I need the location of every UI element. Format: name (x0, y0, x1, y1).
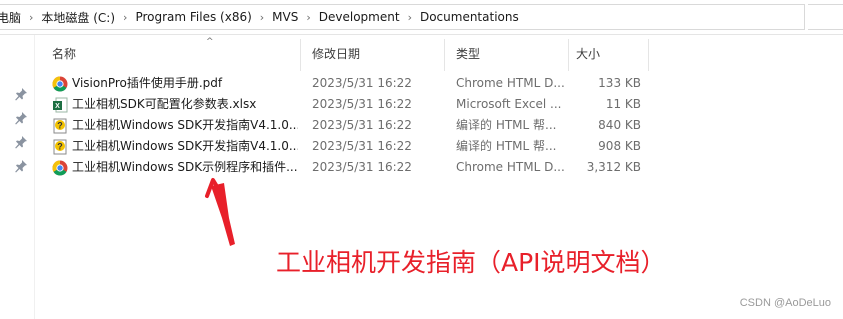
file-date: 2023/5/31 16:22 (312, 139, 412, 153)
pin-icon[interactable] (14, 111, 28, 125)
chm-help-icon: ? (53, 139, 67, 155)
chm-help-icon: ? (53, 118, 67, 134)
file-row[interactable]: ? 工业相机Windows SDK开发指南V4.1.0... 2023/5/31… (34, 115, 843, 136)
file-type: 编译的 HTML 帮... (456, 118, 557, 132)
address-bar: 电脑 › 本地磁盘 (C:) › Program Files (x86) › M… (0, 0, 843, 35)
file-name: 工业相机Windows SDK示例程序和插件... (72, 160, 298, 174)
file-size: 3,312 KB (586, 160, 641, 174)
pin-icon[interactable] (14, 159, 28, 173)
column-header-row: ^ 名称 修改日期 类型 大小 (34, 35, 843, 71)
file-type: 编译的 HTML 帮... (456, 139, 557, 153)
pin-icon[interactable] (14, 135, 28, 149)
chrome-icon (52, 160, 68, 176)
watermark: CSDN @AoDeLuo (739, 297, 831, 309)
breadcrumb-separator-icon[interactable]: › (302, 11, 314, 24)
file-date: 2023/5/31 16:22 (312, 76, 412, 90)
column-divider[interactable] (568, 39, 569, 71)
column-divider[interactable] (444, 39, 445, 71)
refresh-button[interactable] (808, 4, 843, 30)
breadcrumb-item-development[interactable]: Development (315, 10, 404, 24)
breadcrumb[interactable]: 电脑 › 本地磁盘 (C:) › Program Files (x86) › M… (0, 4, 805, 30)
file-name: VisionPro插件使用手册.pdf (72, 76, 223, 90)
file-date: 2023/5/31 16:22 (312, 160, 412, 174)
column-divider[interactable] (300, 39, 301, 71)
file-row[interactable]: VisionPro插件使用手册.pdf 2023/5/31 16:22 Chro… (34, 73, 843, 94)
file-name: 工业相机Windows SDK开发指南V4.1.0... (72, 118, 298, 132)
column-divider[interactable] (648, 39, 649, 71)
file-size: 840 KB (598, 118, 641, 132)
breadcrumb-separator-icon[interactable]: › (256, 11, 268, 24)
breadcrumb-item-this-pc[interactable]: 电脑 (0, 9, 25, 26)
breadcrumb-separator-icon[interactable]: › (119, 11, 131, 24)
file-row[interactable]: X 工业相机SDK可配置化参数表.xlsx 2023/5/31 16:22 Mi… (34, 94, 843, 115)
file-name: 工业相机Windows SDK开发指南V4.1.0... (72, 139, 298, 153)
annotation-label: 工业相机开发指南（API说明文档） (276, 248, 666, 277)
file-size: 133 KB (598, 76, 641, 90)
breadcrumb-separator-icon[interactable]: › (25, 11, 37, 24)
breadcrumb-item-program-files[interactable]: Program Files (x86) (131, 10, 255, 24)
svg-text:X: X (55, 103, 60, 110)
column-header-size[interactable]: 大小 (576, 35, 646, 71)
breadcrumb-item-documentations[interactable]: Documentations (416, 10, 523, 24)
excel-icon: X (53, 97, 68, 113)
file-row[interactable]: ? 工业相机Windows SDK开发指南V4.1.0... 2023/5/31… (34, 136, 843, 157)
breadcrumb-item-local-disk[interactable]: 本地磁盘 (C:) (37, 9, 119, 26)
svg-text:?: ? (57, 121, 63, 131)
file-date: 2023/5/31 16:22 (312, 118, 412, 132)
file-list: VisionPro插件使用手册.pdf 2023/5/31 16:22 Chro… (34, 73, 843, 178)
navigation-pane (0, 35, 35, 319)
chrome-icon (52, 76, 68, 92)
column-header-type[interactable]: 类型 (456, 35, 566, 71)
file-name: 工业相机SDK可配置化参数表.xlsx (72, 97, 257, 111)
svg-text:?: ? (57, 142, 63, 152)
breadcrumb-separator-icon[interactable]: › (404, 11, 416, 24)
file-size: 908 KB (598, 139, 641, 153)
breadcrumb-item-mvs[interactable]: MVS (268, 10, 302, 24)
file-type: Chrome HTML D... (456, 160, 565, 174)
column-header-date[interactable]: 修改日期 (312, 35, 442, 71)
pin-icon[interactable] (14, 87, 28, 101)
file-row[interactable]: 工业相机Windows SDK示例程序和插件... 2023/5/31 16:2… (34, 157, 843, 178)
column-header-name[interactable]: 名称 (52, 35, 292, 71)
file-type: Microsoft Excel ... (456, 97, 562, 111)
file-date: 2023/5/31 16:22 (312, 97, 412, 111)
file-type: Chrome HTML D... (456, 76, 565, 90)
file-size: 11 KB (605, 97, 641, 111)
